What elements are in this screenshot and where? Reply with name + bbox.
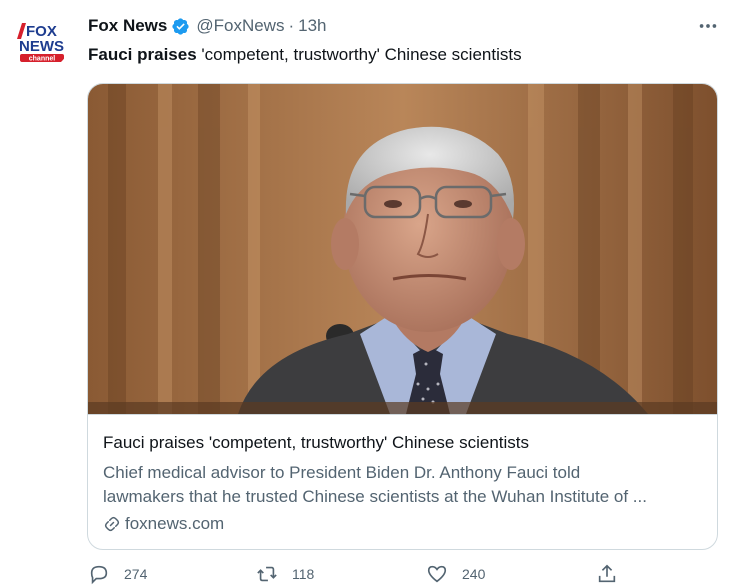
tweet[interactable]: FOX NEWS channel Fox News @FoxNews · 13h… [0,0,731,585]
more-horizontal-icon [699,24,717,28]
card-photo [88,84,717,414]
card-description-line-1: Chief medical advisor to President Biden… [103,463,581,482]
separator-dot: · [288,16,295,35]
share-icon [598,564,616,583]
reply-button[interactable]: 274 [88,563,147,585]
more-options-button[interactable] [694,14,722,38]
link-card[interactable]: Fauci praises 'competent, trustworthy' C… [87,83,718,550]
fox-news-logo: FOX NEWS channel [12,12,70,70]
card-domain[interactable]: foxnews.com [103,514,224,534]
author-name[interactable]: Fox News [88,16,167,36]
like-button[interactable]: 240 [426,563,485,585]
card-title[interactable]: Fauci praises 'competent, trustworthy' C… [103,433,529,453]
avatar[interactable]: FOX NEWS channel [12,12,70,70]
retweet-button[interactable]: 118 [256,563,314,585]
reply-count: 274 [124,566,148,582]
reply-icon [90,565,108,585]
tweet-header: Fox News @FoxNews · 13h [88,14,327,38]
tweet-text: Fauci praises 'competent, trustworthy' C… [88,45,522,65]
logo-line-news: NEWS [19,38,64,55]
author-handle[interactable]: @FoxNews [196,16,284,36]
retweet-count: 118 [292,566,315,582]
card-description-line-2: lawmakers that he trusted Chinese scient… [103,487,647,506]
card-description: Chief medical advisor to President Biden… [103,461,703,509]
card-body[interactable]: Fauci praises 'competent, trustworthy' C… [88,414,717,549]
card-image[interactable] [88,84,717,414]
heart-icon [427,565,447,583]
verified-badge-icon [172,17,189,35]
logo-line-channel: channel [29,56,56,63]
link-icon [104,516,120,532]
retweet-icon [257,566,277,582]
tweet-text-bold: Fauci praises [88,45,197,64]
card-domain-text: foxnews.com [125,514,225,533]
tweet-time[interactable]: 13h [298,16,326,36]
like-count: 240 [462,566,486,582]
tweet-text-rest: 'competent, trustworthy' Chinese scienti… [196,45,522,64]
share-button[interactable] [596,563,632,585]
tweet-actions: 274 118 240 [88,563,708,587]
